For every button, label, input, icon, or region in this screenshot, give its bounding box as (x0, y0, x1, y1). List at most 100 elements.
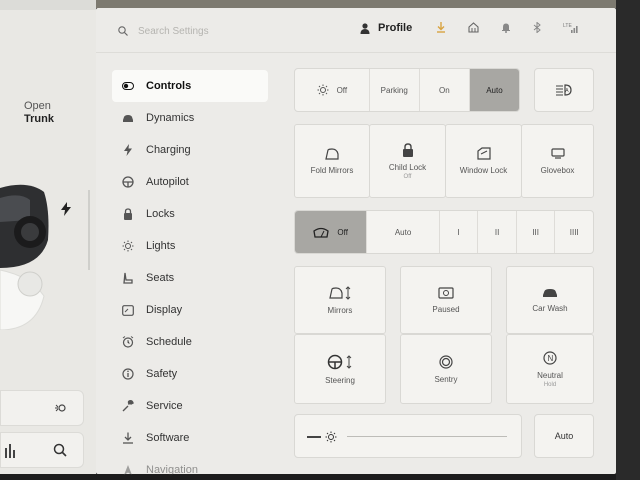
nav-label: Charging (146, 144, 191, 156)
car-icon (123, 114, 133, 122)
option-label: Off (336, 85, 348, 95)
wipers-speed-1-option[interactable]: I (440, 211, 479, 253)
media-search-icon[interactable] (53, 443, 67, 457)
nav-item-navigation[interactable]: Navigation (112, 454, 268, 480)
neutral-hold-button[interactable]: N Neutral Hold (506, 334, 594, 404)
alarm-icon (122, 336, 134, 348)
headlights-auto-option[interactable]: Auto (469, 69, 519, 111)
headlights-parking-option[interactable]: Parking (370, 69, 420, 111)
nav-item-service[interactable]: Service (112, 390, 268, 422)
brightness-auto-button[interactable]: Auto (534, 414, 594, 458)
headlights-selector: Off Parking On Auto (294, 68, 520, 112)
neutral-icon: N (543, 350, 557, 365)
headlights-on-option[interactable]: On (420, 69, 470, 111)
sentry-icon (439, 354, 453, 369)
car-wash-icon (543, 288, 557, 297)
dashcam-icon (438, 286, 454, 299)
search-icon (118, 26, 128, 36)
card-sub: Off (403, 173, 412, 180)
profile-label: Profile (378, 22, 413, 34)
media-control-row[interactable] (0, 390, 84, 426)
card-label: Window Lock (459, 166, 508, 175)
nav-item-safety[interactable]: Safety (112, 358, 268, 390)
download-icon[interactable] (436, 22, 446, 33)
auto-high-beam-button[interactable]: A (534, 68, 594, 112)
equalizer-icon[interactable] (5, 444, 15, 458)
nav-item-autopilot[interactable]: Autopilot (112, 166, 268, 198)
wipers-speed-2-option[interactable]: II (478, 211, 517, 253)
person-icon (360, 22, 370, 34)
settings-nav: Controls Dynamics Charging Autopilot Loc… (112, 70, 268, 480)
card-label: Glovebox (540, 165, 575, 175)
svg-text:A: A (565, 88, 569, 94)
settings-window: Search Settings Profile LTE Controls Dyn… (96, 8, 616, 476)
brightness-track[interactable] (347, 436, 507, 437)
nav-label: Schedule (146, 336, 192, 348)
steering-adjust-button[interactable]: Steering (294, 334, 386, 404)
home-icon[interactable] (468, 22, 479, 33)
car-divider (88, 190, 90, 270)
profile-button[interactable]: Profile (360, 22, 412, 34)
child-lock-button[interactable]: Child Lock Off (369, 124, 446, 198)
car-top-bar (0, 0, 96, 10)
open-trunk-button[interactable]: Open Trunk (24, 100, 54, 126)
nav-item-locks[interactable]: Locks (112, 198, 268, 230)
brightness-slider[interactable] (294, 414, 522, 458)
glovebox-button[interactable]: Glovebox (521, 124, 594, 198)
nav-label: Lights (146, 240, 176, 252)
option-label: III (532, 227, 539, 237)
sentry-button[interactable]: Sentry (400, 334, 492, 404)
wiper-icon (313, 227, 330, 238)
brightness-sun-icon (325, 431, 337, 443)
wipers-auto-option[interactable]: Auto (367, 211, 440, 253)
car-wash-button[interactable]: Car Wash (506, 266, 594, 334)
nav-item-display[interactable]: Display (112, 294, 268, 326)
mirrors-adjust-button[interactable]: Mirrors (294, 266, 386, 334)
option-label: Off (337, 227, 348, 237)
card-label: Mirrors (327, 305, 353, 315)
background-strip (96, 0, 640, 8)
seat-icon (123, 272, 133, 284)
bell-icon[interactable] (501, 22, 511, 33)
headlights-off-option[interactable]: Off (295, 69, 370, 111)
media-source-icon[interactable] (53, 401, 67, 415)
card-label: Neutral (537, 370, 563, 380)
nav-label: Autopilot (146, 176, 189, 188)
steering-wheel-icon (122, 176, 134, 188)
nav-label: Safety (146, 368, 178, 380)
nav-label: Dynamics (146, 112, 195, 124)
sun-icon (122, 240, 134, 252)
nav-item-charging[interactable]: Charging (112, 134, 268, 166)
bluetooth-icon[interactable] (533, 22, 541, 33)
screen: Open Trunk Search Settings Profile LTE C… (0, 0, 640, 480)
nav-label: Display (146, 304, 183, 316)
headlamp-icon: A (556, 84, 572, 96)
wipers-speed-4-option[interactable]: IIII (555, 211, 593, 253)
card-label: Fold Mirrors (310, 165, 354, 175)
search-bar[interactable]: Search Settings (118, 22, 318, 40)
nav-item-software[interactable]: Software (112, 422, 268, 454)
nav-label: Controls (146, 80, 192, 92)
fold-mirrors-button[interactable]: Fold Mirrors (294, 124, 370, 198)
nav-item-schedule[interactable]: Schedule (112, 326, 268, 358)
card-label: Steering (325, 375, 355, 385)
dashcam-paused-button[interactable]: Paused (400, 266, 492, 334)
nav-item-lights[interactable]: Lights (112, 230, 268, 262)
nav-item-controls[interactable]: Controls (112, 70, 268, 102)
charge-bolt-icon[interactable] (60, 202, 72, 216)
wipers-speed-3-option[interactable]: III (517, 211, 556, 253)
option-label: Auto (486, 85, 503, 95)
window-lock-button[interactable]: Window Lock (445, 124, 522, 198)
brightness-minus (307, 436, 321, 438)
nav-item-seats[interactable]: Seats (112, 262, 268, 294)
steering-adjust-icon (327, 354, 352, 369)
svg-text:LTE: LTE (563, 23, 572, 29)
trunk-line1: Open (24, 100, 51, 112)
mirror-adjust-icon (329, 285, 351, 300)
display-icon (122, 304, 134, 316)
signal-icon: LTE (563, 23, 578, 33)
nav-item-dynamics[interactable]: Dynamics (112, 102, 268, 134)
wipers-off-option[interactable]: Off (295, 211, 368, 253)
option-label: I (457, 227, 460, 237)
search-input[interactable]: Search Settings (138, 26, 209, 37)
